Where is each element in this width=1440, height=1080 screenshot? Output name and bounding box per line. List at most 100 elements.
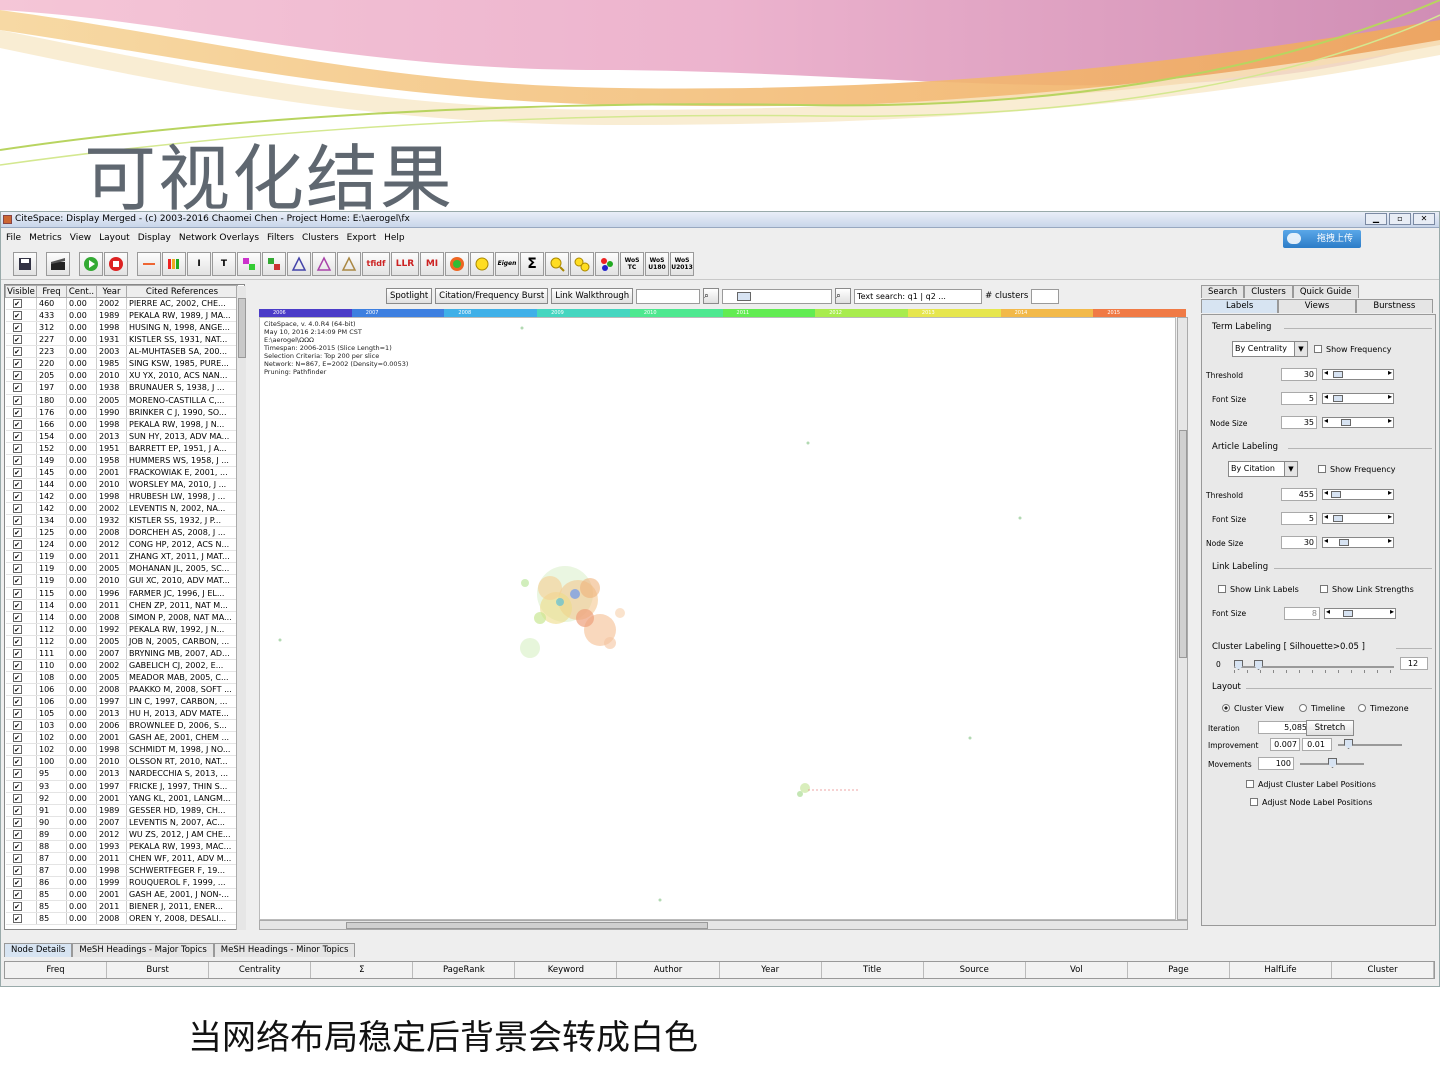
text-search-input[interactable]: Text search: q1 | q2 ... [854,288,983,304]
term-threshold-slider[interactable] [1322,368,1394,380]
movements-slider[interactable] [1300,758,1364,769]
table-row[interactable]: ✔ 125 0.00 2008 DORCHEH AS, 2008, J ... [5,526,238,540]
visible-checkbox[interactable]: ✔ [5,490,37,504]
visible-checkbox[interactable]: ✔ [5,442,37,455]
canvas-horizontal-scrollbar[interactable] [259,920,1188,930]
visible-checkbox[interactable]: ✔ [5,743,37,757]
visible-checkbox[interactable]: ✔ [5,876,37,890]
column-header[interactable]: Keyword [515,962,618,978]
column-header[interactable]: HalfLife [1229,962,1333,978]
visible-checkbox[interactable]: ✔ [5,599,37,612]
visible-checkbox[interactable]: ✔ [5,828,37,841]
triangle-layout-icon-1[interactable] [287,251,311,276]
table-row[interactable]: ✔ 102 0.00 2001 GASH AE, 2001, CHEM ... [5,731,238,745]
tab-search[interactable]: Search [1201,285,1245,298]
table-row[interactable]: ✔ 86 0.00 1999 ROUQUEROL F, 1999, ... [5,876,238,890]
visible-checkbox[interactable]: ✔ [5,369,37,383]
table-row[interactable]: ✔ 105 0.00 2013 HU H, 2013, ADV MATE... [5,707,238,721]
visible-checkbox[interactable]: ✔ [5,780,37,793]
text-tool-icon[interactable]: T [212,251,236,276]
visible-checkbox[interactable]: ✔ [5,550,37,564]
table-row[interactable]: ✔ 85 0.00 2011 BIENER J, 2011, ENER... [5,900,238,914]
improvement-threshold-value[interactable]: 0.01 [1302,738,1332,751]
table-row[interactable]: ✔ 95 0.00 2013 NARDECCHIA S, 2013, ... [5,767,238,781]
table-row[interactable]: ✔ 149 0.00 1958 HUMMERS WS, 1958, J ... [5,454,238,467]
table-row[interactable]: ✔ 110 0.00 2002 GABELICH CJ, 2002, E... [5,659,238,672]
tab-quick-guide[interactable]: Quick Guide [1292,285,1359,298]
table-row[interactable]: ✔ 119 0.00 2005 MOHANAN JL, 2005, SC... [5,562,238,576]
table-row[interactable]: ✔ 142 0.00 1998 HRUBESH LW, 1998, J ... [5,490,238,504]
menu-view[interactable]: View [70,230,91,246]
article-threshold-value[interactable]: 455 [1281,488,1317,501]
visible-checkbox[interactable]: ✔ [5,864,37,878]
upload-button[interactable]: 拖拽上传 [1283,230,1361,248]
column-header[interactable]: Source [923,962,1026,978]
column-header[interactable]: Title [821,962,924,978]
walkthrough-field[interactable] [636,288,701,304]
visible-checkbox[interactable]: ✔ [5,695,37,709]
term-node-size-value[interactable]: 35 [1281,416,1317,429]
visible-checkbox[interactable]: ✔ [5,466,37,479]
wos-u180-button[interactable]: WoS U180 [645,251,669,276]
line-tool-icon[interactable] [137,251,161,276]
spotlight-button[interactable]: Spotlight [386,288,433,304]
radio-cluster-view[interactable]: Cluster View [1222,704,1284,713]
table-row[interactable]: ✔ 154 0.00 2013 SUN HY, 2013, ADV MA... [5,430,238,443]
canvas-vertical-scrollbar[interactable] [1177,317,1188,920]
wos-tc-button[interactable]: WoS TC [620,251,644,276]
table-row[interactable]: ✔ 85 0.00 2008 OREN Y, 2008, DESALI... [5,912,238,926]
maximize-button[interactable]: ▫ [1389,213,1411,225]
article-font-size-value[interactable]: 5 [1281,512,1317,525]
col-year[interactable]: Year [96,285,127,298]
table-row[interactable]: ✔ 112 0.00 1992 PEKALA RW, 1992, J N... [5,623,238,636]
visible-checkbox[interactable]: ✔ [5,731,37,745]
visible-checkbox[interactable]: ✔ [5,321,37,335]
visible-checkbox[interactable]: ✔ [5,912,37,926]
table-row[interactable]: ✔ 119 0.00 2010 GUI XC, 2010, ADV MAT... [5,574,238,588]
tab-mesh-major[interactable]: MeSH Headings - Major Topics [72,943,214,957]
column-header[interactable]: Centrality [209,962,312,978]
visible-checkbox[interactable]: ✔ [5,671,37,685]
table-row[interactable]: ✔ 142 0.00 2002 LEVENTIS N, 2002, NA... [5,502,238,516]
visible-checkbox[interactable]: ✔ [5,816,37,829]
eigen-button[interactable]: Eigen [495,251,519,276]
visible-checkbox[interactable]: ✔ [5,804,37,817]
menu-filters[interactable]: Filters [267,230,294,246]
mi-button[interactable]: MI [420,251,444,276]
link-font-size-slider[interactable] [1324,607,1396,619]
column-header[interactable]: Vol [1025,962,1128,978]
visible-checkbox[interactable]: ✔ [5,659,37,672]
tab-clusters[interactable]: Clusters [1244,285,1293,298]
visible-checkbox[interactable]: ✔ [5,635,37,648]
visible-checkbox[interactable]: ✔ [5,514,37,528]
visible-checkbox[interactable]: ✔ [5,888,37,902]
visible-checkbox[interactable]: ✔ [5,418,37,431]
col-freq[interactable]: Freq [36,285,67,298]
improvement-slider[interactable] [1338,739,1402,750]
table-row[interactable]: ✔ 87 0.00 2011 CHEN WF, 2011, ADV M... [5,852,238,865]
menu-help[interactable]: Help [384,230,405,246]
table-row[interactable]: ✔ 134 0.00 1932 KISTLER SS, 1932, J P... [5,514,238,528]
column-header[interactable]: Burst [107,962,210,978]
table-row[interactable]: ✔ 312 0.00 1998 HUSING N, 1998, ANGE... [5,321,238,335]
network-color-icon-1[interactable] [237,251,261,276]
column-header[interactable]: Author [617,962,720,978]
table-row[interactable]: ✔ 106 0.00 1997 LIN C, 1997, CARBON, ... [5,695,238,709]
citation-burst-button[interactable]: Citation/Frequency Burst [435,288,549,304]
tab-burstness[interactable]: Burstness [1355,299,1433,313]
tfidf-button[interactable]: tfidf [362,251,390,276]
bold-i-icon[interactable]: I [187,251,211,276]
col-centrality[interactable]: Cent.. [66,285,97,298]
magnify-node-icon[interactable] [545,251,569,276]
search-icon[interactable]: ⌕ [835,288,852,304]
table-row[interactable]: ✔ 93 0.00 1997 FRICKE J, 1997, THIN S... [5,780,238,793]
visible-checkbox[interactable]: ✔ [5,574,37,588]
table-row[interactable]: ✔ 111 0.00 2007 BRYNING MB, 2007, AD... [5,647,238,660]
table-row[interactable]: ✔ 176 0.00 1990 BRINKER C J, 1990, SO... [5,406,238,419]
visible-checkbox[interactable]: ✔ [5,683,37,697]
tab-labels[interactable]: Labels [1201,299,1279,313]
visible-checkbox[interactable]: ✔ [5,587,37,600]
table-row[interactable]: ✔ 145 0.00 2001 FRACKOWIAK E, 2001, ... [5,466,238,479]
visible-checkbox[interactable]: ✔ [5,538,37,552]
link-walkthrough-button[interactable]: Link Walkthrough [551,288,634,304]
